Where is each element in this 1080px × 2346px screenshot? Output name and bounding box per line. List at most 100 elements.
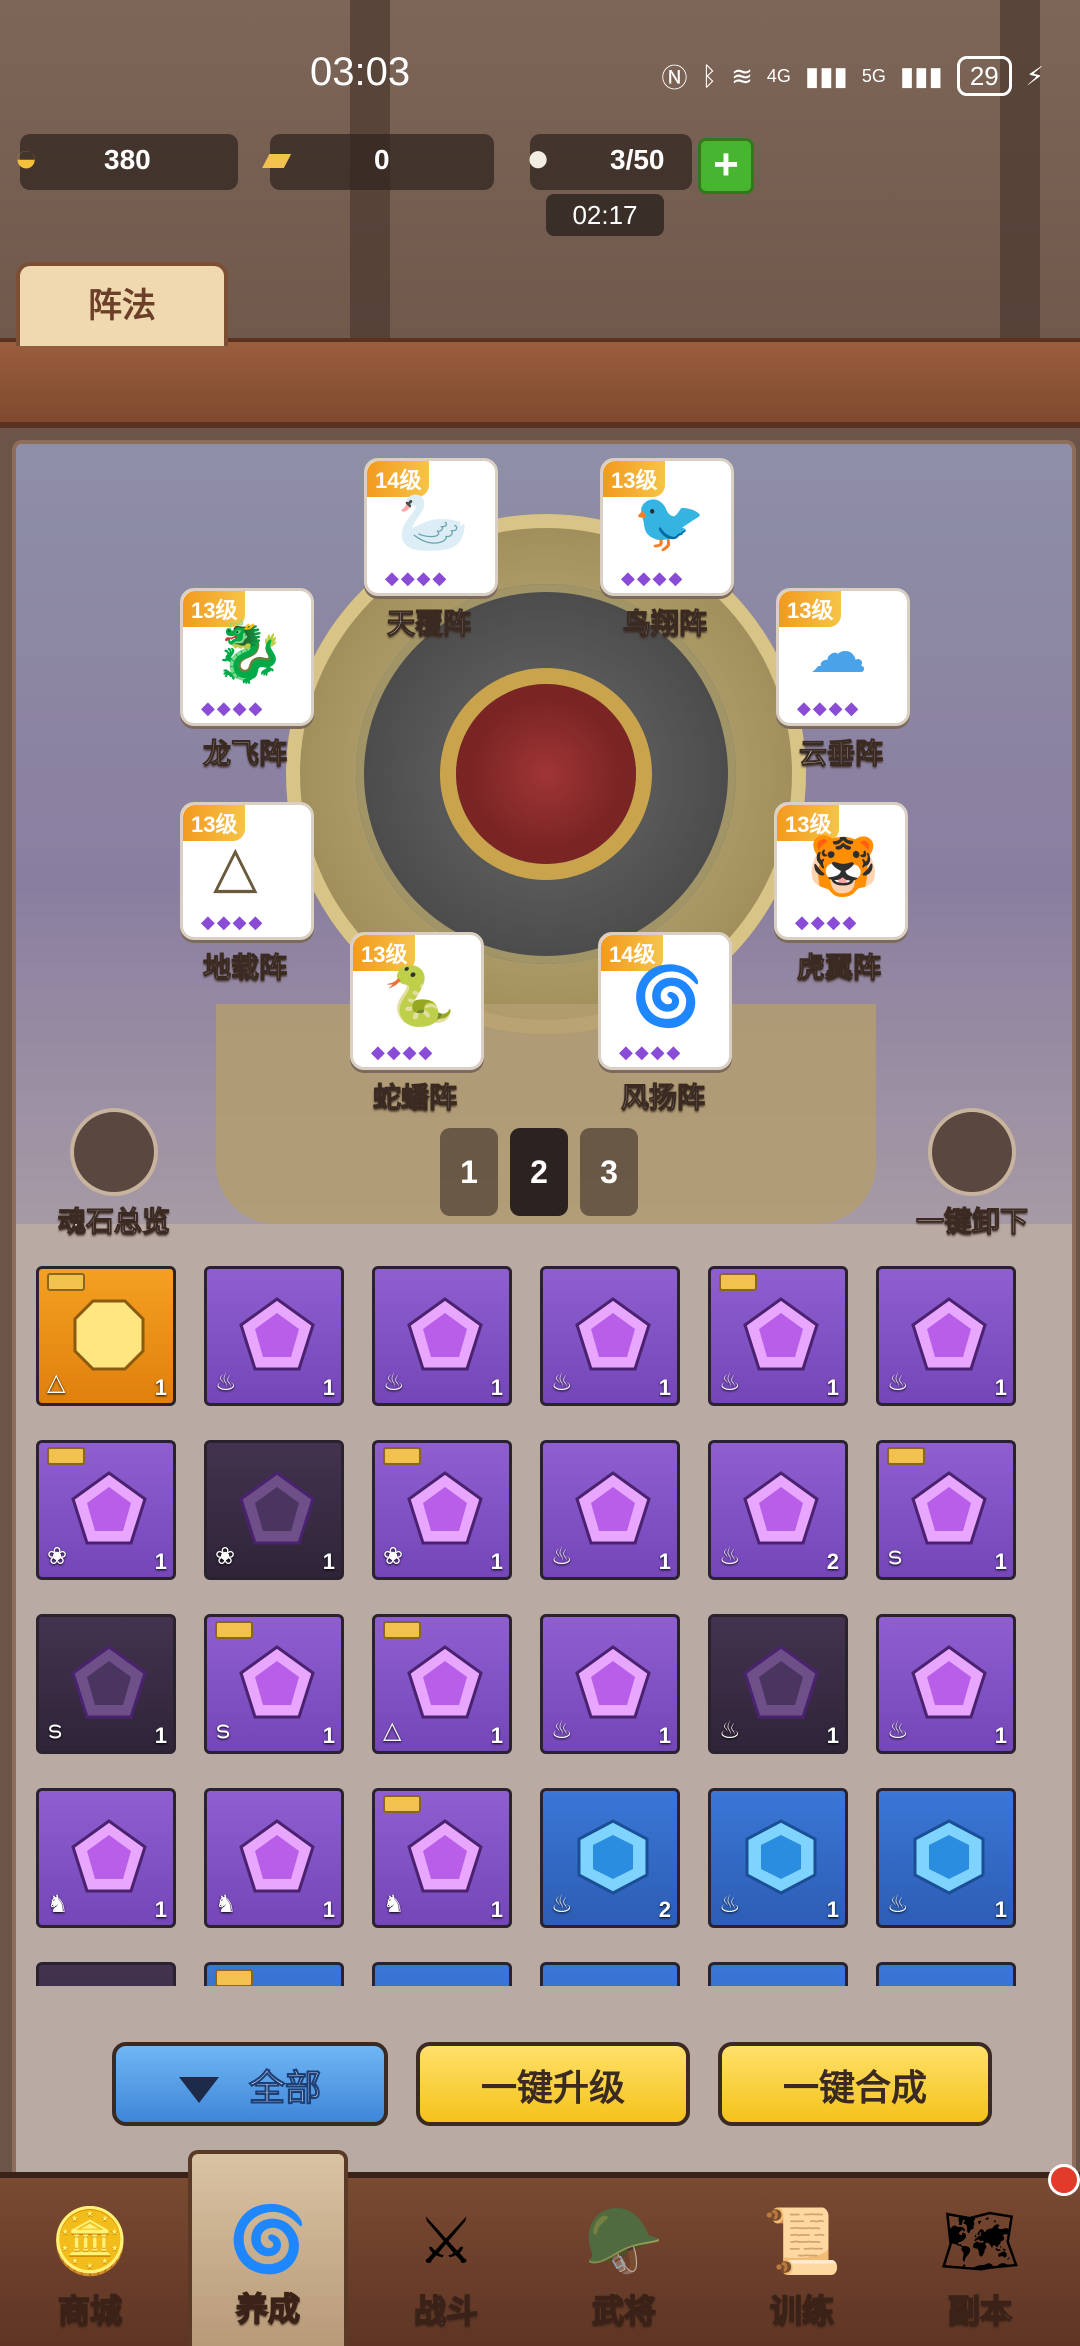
gem-slot[interactable]: ♞ 1 (372, 1788, 512, 1928)
page-selector: 1 2 3 (440, 1128, 638, 1216)
gem-element-icon: ♨ (887, 1891, 909, 1918)
gem-count: 1 (658, 1375, 671, 1400)
soul-gem-icon (407, 1297, 483, 1371)
one-click-upgrade-button[interactable]: 一键升级 (416, 2042, 690, 2126)
gem-slot[interactable]: ♨ 1 (540, 1614, 680, 1754)
tab-formation[interactable]: 阵法 (16, 262, 228, 346)
formation-5[interactable]: 13级 △ ◆◆◆◆ 地载阵 (180, 802, 314, 986)
soulstone-icon (70, 1108, 158, 1196)
gem-slot[interactable]: ♨ 1 (876, 1266, 1016, 1406)
gem-slot[interactable]: ♨ 1 (876, 1788, 1016, 1928)
status-icons: Ⓝ ᛒ ≋ 4G ▮▮▮ 5G ▮▮▮ 29 ⚡ (661, 56, 1044, 96)
gem-count: 1 (658, 1549, 671, 1574)
nav-develop[interactable]: 🌀 养成 (188, 2150, 348, 2346)
formation-gem-slots: ◆◆◆◆ (795, 912, 859, 932)
gem-slot[interactable]: ♨ 1 (708, 1266, 848, 1406)
gem-count: 1 (154, 1723, 167, 1748)
soul-gem-icon (71, 1819, 147, 1893)
gem-slot[interactable]: ❀ 1 (36, 1440, 176, 1580)
gem-slot[interactable] (36, 1962, 176, 1986)
gem-count: 1 (994, 1549, 1007, 1574)
equipped-tag (719, 1273, 757, 1291)
formation-3[interactable]: 13级 🐉 ◆◆◆◆ 龙飞阵 (180, 588, 314, 772)
gem-slot[interactable]: ♨ 1 (540, 1266, 680, 1406)
nav-dungeon[interactable]: 🗺 副本 (900, 2178, 1060, 2346)
gem-slot[interactable]: ♨ 2 (540, 1788, 680, 1928)
formation-7[interactable]: 13级 🐍 ◆◆◆◆ 蛇蟠阵 (350, 932, 484, 1116)
soulstone-overview-button[interactable]: 魂石总览 (34, 1108, 194, 1240)
wifi-icon: ≋ (731, 60, 753, 91)
charging-icon: ⚡ (1025, 60, 1044, 91)
gem-slot[interactable]: ♨ 1 (204, 1266, 344, 1406)
page-button-2[interactable]: 2 (510, 1128, 568, 1216)
unequip-all-label: 一键卸下 (915, 1206, 1028, 1238)
equipped-tag (215, 1621, 253, 1639)
signal-icon-2: ▮▮▮ (899, 60, 943, 91)
gem-slot[interactable]: ♨ 1 (876, 1614, 1016, 1754)
gem-slot[interactable] (204, 1962, 344, 1986)
gem-slot[interactable]: ട1 (36, 1614, 176, 1754)
gem-element-icon: ♨ (383, 1369, 405, 1396)
formation-4[interactable]: 13级 ☁ ◆◆◆◆ 云垂阵 (776, 588, 910, 772)
formation-emblem-icon: 🐯 (807, 834, 880, 899)
equipped-tag (383, 1447, 421, 1465)
clock: 03:03 (310, 50, 411, 94)
training-icon: 📜 (762, 2205, 842, 2277)
gem-slot[interactable]: ♨ 1 (708, 1614, 848, 1754)
gem-slot[interactable]: ♨ 1 (540, 1440, 680, 1580)
formation-emblem-icon: 🌀 (631, 964, 704, 1029)
formation-6[interactable]: 13级 🐯 ◆◆◆◆ 虎翼阵 (774, 802, 908, 986)
formation-2[interactable]: 13级 🐦 ◆◆◆◆ 鸟翔阵 (600, 458, 734, 642)
gem-element-icon: ♨ (551, 1891, 573, 1918)
gem-element-icon: ♨ (887, 1369, 909, 1396)
formation-8[interactable]: 14级 🌀 ◆◆◆◆ 风扬阵 (598, 932, 732, 1116)
add-stamina-button[interactable]: + (698, 138, 754, 194)
nav-shop[interactable]: 🪙 商城 (10, 2178, 170, 2346)
gem-slot[interactable]: ♨ 1 (372, 1266, 512, 1406)
gem-element-icon: ♨ (719, 1717, 741, 1744)
gem-slot[interactable]: ❀ 1 (372, 1440, 512, 1580)
gem-count: 2 (826, 1549, 839, 1574)
gem-count: 1 (490, 1897, 503, 1922)
gem-slot[interactable]: ♞ 1 (204, 1788, 344, 1928)
one-click-merge-button[interactable]: 一键合成 (718, 2042, 992, 2126)
page-button-1[interactable]: 1 (440, 1128, 498, 1216)
formation-gem-slots: ◆◆◆◆ (621, 568, 685, 588)
gem-element-icon: ❀ (383, 1543, 404, 1570)
gem-slot[interactable]: ❀ 1 (204, 1440, 344, 1580)
formation-card: 13级 🐯 ◆◆◆◆ (774, 802, 908, 940)
tab-formation-label: 阵法 (88, 287, 156, 325)
filter-all-button[interactable]: 全部 (112, 2042, 388, 2126)
gem-slot[interactable] (540, 1962, 680, 1986)
nav-generals[interactable]: 🪖 武将 (544, 2178, 704, 2346)
gem-slot[interactable]: ട1 (876, 1440, 1016, 1580)
gold-resource: ◒ 380 (14, 134, 238, 190)
gem-count: 1 (994, 1375, 1007, 1400)
battery-indicator: 29 (956, 56, 1012, 96)
soulstone-overview-label: 魂石总览 (57, 1206, 170, 1238)
formation-gem-slots: ◆◆◆◆ (385, 568, 449, 588)
page-button-3[interactable]: 3 (580, 1128, 638, 1216)
gem-slot[interactable]: ♞ 1 (36, 1788, 176, 1928)
formation-gem-slots: ◆◆◆◆ (797, 698, 861, 718)
nav-training[interactable]: 📜 训练 (722, 2178, 882, 2346)
gem-slot[interactable]: ♨ 1 (708, 1788, 848, 1928)
gem-slot[interactable]: ♨ 2 (708, 1440, 848, 1580)
gem-slot[interactable] (876, 1962, 1016, 1986)
gem-slot[interactable]: △ 1 (372, 1614, 512, 1754)
formation-name: 天覆阵 (386, 608, 471, 640)
gem-count: 1 (490, 1375, 503, 1400)
gem-count: 1 (994, 1723, 1007, 1748)
gem-element-icon: ♨ (551, 1717, 573, 1744)
formation-1[interactable]: 14级 🦢 ◆◆◆◆ 天覆阵 (364, 458, 498, 642)
soul-gem-icon (239, 1645, 315, 1719)
stamina-value: 3/50 (610, 144, 665, 175)
gem-slot[interactable] (372, 1962, 512, 1986)
unequip-all-button[interactable]: 一键卸下 (892, 1108, 1052, 1240)
soul-gem-icon (911, 1471, 987, 1545)
gem-slot[interactable] (708, 1962, 848, 1986)
gem-slot[interactable]: △ 1 (36, 1266, 176, 1406)
nav-battle[interactable]: ⚔ 战斗 (366, 2178, 526, 2346)
soul-gem-icon (743, 1471, 819, 1545)
gem-slot[interactable]: ട1 (204, 1614, 344, 1754)
